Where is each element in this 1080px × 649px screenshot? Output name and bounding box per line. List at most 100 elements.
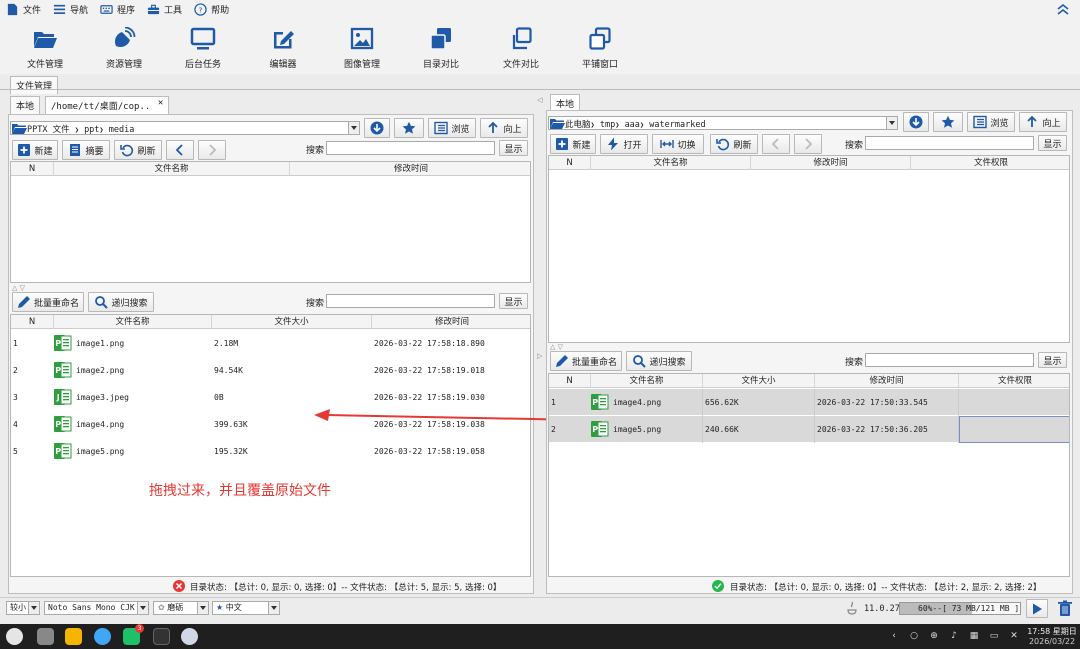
java-app-icon[interactable] (181, 628, 198, 645)
breadcrumb-ppt[interactable]: ppt (84, 125, 99, 135)
left-summary-button[interactable]: 摘要 (62, 140, 110, 160)
volume-icon[interactable]: ♪ (948, 630, 960, 642)
right-recursive-search-button[interactable]: 递归搜索 (626, 351, 692, 371)
right-up-button[interactable]: 向上 (1019, 112, 1067, 132)
left-dir-table[interactable]: N 文件名称 修改时间 (10, 161, 531, 283)
menu-tools[interactable]: 工具 (147, 3, 182, 16)
left-refresh-button[interactable]: 刷新 (114, 140, 162, 160)
right-browse-button[interactable]: 浏览 (967, 112, 1015, 132)
background-tasks-button[interactable]: 后台任务 (168, 27, 238, 70)
size-select[interactable]: 较小 (6, 601, 40, 615)
left-recursive-search-button[interactable]: 递归搜索 (88, 292, 154, 312)
font-select[interactable]: Noto Sans Mono CJK SC (44, 601, 149, 615)
menu-file[interactable]: 文件 (6, 3, 41, 16)
table-row[interactable]: 2 Pimage5.png 240.66K 2026-03-22 17:50:36.2… (549, 416, 1069, 443)
right-batch-rename-button[interactable]: 批量重命名 (550, 351, 622, 371)
left-search-input[interactable] (326, 141, 495, 155)
col-n[interactable]: N (549, 156, 591, 170)
left-up-button[interactable]: 向上 (480, 118, 528, 138)
right-search-input[interactable] (865, 136, 1034, 150)
right-show-button[interactable]: 显示 (1038, 135, 1067, 151)
breadcrumb-pptx[interactable]: PPTX 文件 (27, 125, 70, 135)
chat-app-icon[interactable]: 3 (123, 624, 144, 645)
breadcrumb-this-pc[interactable]: 此电脑 (565, 120, 591, 130)
menu-program[interactable]: 程序 (100, 3, 135, 16)
col-modified[interactable]: 修改时间 (815, 374, 959, 388)
network-icon[interactable]: ▭ (988, 630, 1000, 642)
col-n[interactable]: N (11, 315, 54, 329)
left-path-bar[interactable]: PPTX 文件 ❯ ppt❯ media (10, 121, 360, 135)
col-modified[interactable]: 修改时间 (290, 162, 530, 176)
launcher-icon[interactable] (6, 628, 23, 645)
tab-left-path[interactable]: /home/tt/桌面/cop.. ✕ (45, 96, 170, 114)
col-filename[interactable]: 文件名称 (591, 374, 703, 388)
trash-button[interactable] (1055, 599, 1075, 618)
col-filesize[interactable]: 文件大小 (212, 315, 372, 329)
left-batch-rename-button[interactable]: 批量重命名 (12, 292, 84, 312)
left-search-input-2[interactable] (326, 294, 495, 308)
left-show-button-2[interactable]: 显示 (499, 293, 528, 309)
bluetooth-icon[interactable]: ✕ (1008, 630, 1020, 642)
multitask-icon[interactable] (37, 628, 54, 645)
file-compare-button[interactable]: 文件对比 (486, 27, 556, 70)
right-forward-button[interactable] (794, 134, 822, 154)
breadcrumb-watermarked[interactable]: watermarked (649, 120, 705, 130)
col-modified[interactable]: 修改时间 (372, 315, 530, 329)
left-browse-button[interactable]: 浏览 (428, 118, 476, 138)
left-download-button[interactable] (364, 118, 390, 138)
left-splitter-handle[interactable]: △ ▽ (12, 284, 25, 292)
right-back-button[interactable] (762, 134, 790, 154)
clock-time[interactable]: 17:58 星期日 (1026, 626, 1078, 637)
right-show-button-2[interactable]: 显示 (1038, 352, 1067, 368)
resource-manager-button[interactable]: 资源管理 (89, 27, 159, 70)
col-filesize[interactable]: 文件大小 (703, 374, 815, 388)
right-new-button[interactable]: 新建 (550, 134, 596, 154)
breadcrumb-media[interactable]: media (109, 125, 135, 135)
collapse-toolbar-icon[interactable] (1056, 2, 1070, 16)
left-show-button[interactable]: 显示 (499, 140, 528, 156)
left-favorite-button[interactable] (394, 118, 424, 138)
dir-compare-button[interactable]: 目录对比 (406, 27, 476, 70)
tile-window-button[interactable]: 平铺窗口 (565, 27, 635, 70)
col-filename[interactable]: 文件名称 (54, 315, 212, 329)
tab-left-local[interactable]: 本地 (10, 96, 41, 114)
left-back-button[interactable] (166, 140, 194, 160)
right-refresh-button[interactable]: 刷新 (710, 134, 758, 154)
close-tab-icon[interactable]: ✕ (158, 98, 163, 108)
breadcrumb-aaa[interactable]: aaa (625, 120, 640, 130)
col-n[interactable]: N (549, 374, 591, 388)
keyboard-icon[interactable]: ▦ (968, 630, 980, 642)
left-file-table[interactable]: N 文件名称 文件大小 修改时间 1 Pimage1.png 2.18M 2026-0… (10, 314, 531, 577)
tab-file-manager[interactable]: 文件管理 (10, 76, 59, 94)
theme-select[interactable]: ✿ 磨砺 (153, 601, 209, 615)
right-path-bar[interactable]: 此电脑❯ tmp❯ aaa❯ watermarked (548, 116, 898, 130)
clipboard-icon[interactable]: ⊕ (928, 630, 940, 642)
collapse-right-icon[interactable]: ▷ (537, 352, 542, 360)
col-permissions[interactable]: 文件权限 (959, 374, 1069, 388)
left-forward-button[interactable] (198, 140, 226, 160)
editor-button[interactable]: 编辑器 (248, 27, 318, 70)
right-switch-button[interactable]: 切换 (652, 134, 704, 154)
right-dir-table[interactable]: N 文件名称 修改时间 文件权限 (548, 155, 1070, 343)
right-favorite-button[interactable] (933, 112, 963, 132)
table-row[interactable]: 1 Pimage4.png 656.62K 2026-03-22 17:50:33.5… (549, 389, 1069, 416)
terminal-app-icon[interactable] (153, 628, 170, 645)
search-icon[interactable]: ○ (908, 630, 920, 642)
menu-help[interactable]: ? 帮助 (194, 3, 229, 16)
right-open-button[interactable]: 打开 (600, 134, 648, 154)
path-dropdown-icon[interactable] (348, 122, 359, 134)
right-splitter-handle[interactable]: △ ▽ (550, 343, 563, 351)
browser-app-icon[interactable] (94, 628, 111, 645)
path-dropdown-icon[interactable] (886, 117, 897, 129)
col-permissions[interactable]: 文件权限 (911, 156, 1069, 170)
breadcrumb-tmp[interactable]: tmp (600, 120, 615, 130)
language-select[interactable]: ★ 中文 (212, 601, 280, 615)
col-modified[interactable]: 修改时间 (751, 156, 911, 170)
right-search-input-2[interactable] (865, 353, 1034, 367)
table-row[interactable]: 1 Pimage1.png 2.18M 2026-03-22 17:58:18.890 (11, 330, 530, 357)
right-file-table[interactable]: N 文件名称 文件大小 修改时间 文件权限 1 Pimage4.png 656.62… (548, 373, 1070, 577)
col-n[interactable]: N (11, 162, 54, 176)
clock-date[interactable]: 2026/03/22 (1026, 637, 1078, 646)
image-manager-button[interactable]: 图像管理 (327, 27, 397, 70)
file-manager-button[interactable]: 文件管理 (10, 27, 80, 70)
